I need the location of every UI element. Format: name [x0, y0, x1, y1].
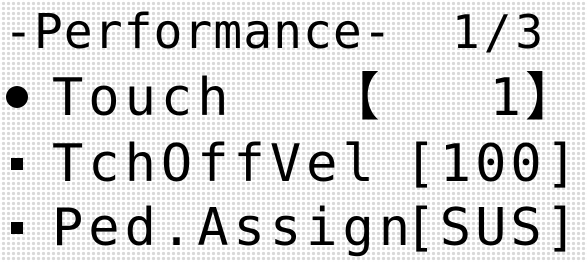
page-indicator: 1/3	[452, 5, 548, 59]
menu-item-touch[interactable]: Touch 【 1】	[0, 68, 587, 128]
menu-item-label: Ped.Assign	[52, 198, 416, 258]
menu-item-value: [SUS]	[404, 198, 581, 258]
screen-title: -Performance-	[4, 4, 393, 60]
bullet-icon	[11, 158, 23, 170]
menu-item-label: Touch	[52, 68, 234, 128]
menu-item-value: [100]	[404, 134, 581, 194]
menu-item-touch-off-velocity[interactable]: TchOffVel [100]	[0, 134, 587, 194]
menu-item-value: 【 1】	[327, 68, 581, 128]
menu-item-label: TchOffVel	[52, 134, 379, 194]
lcd-display: -Performance- 1/3 Touch 【 1】 TchOffVel […	[0, 0, 587, 262]
bullet-icon	[11, 222, 23, 234]
menu-item-pedal-assign[interactable]: Ped.Assign [SUS]	[0, 198, 587, 258]
header-row: -Performance- 1/3	[0, 2, 587, 62]
selection-cursor-icon	[6, 86, 28, 108]
